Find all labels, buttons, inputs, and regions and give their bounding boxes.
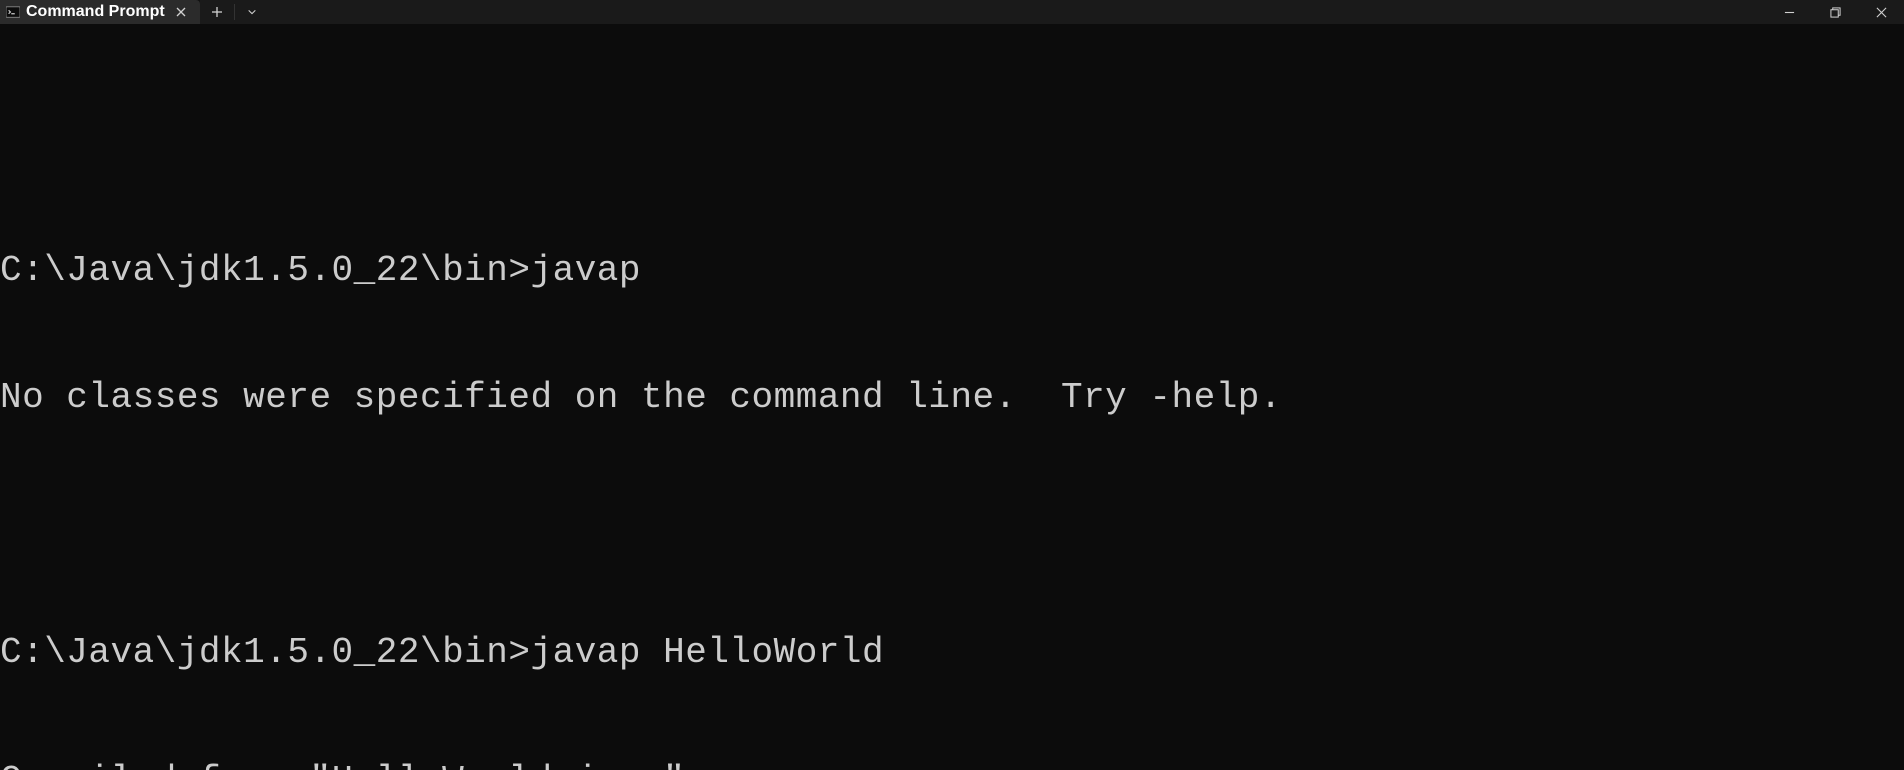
close-tab-button[interactable] [172, 3, 190, 21]
window-controls [1766, 0, 1904, 24]
tab-dropdown-button[interactable] [235, 0, 269, 24]
maximize-restore-icon [1830, 7, 1841, 18]
close-icon [1876, 7, 1887, 18]
tab-command-prompt[interactable]: Command Prompt [0, 0, 200, 24]
terminal-top-padding [0, 109, 1904, 165]
terminal-line [0, 505, 1904, 547]
maximize-button[interactable] [1812, 0, 1858, 24]
close-icon [176, 7, 186, 17]
terminal-app-icon [6, 5, 20, 19]
new-tab-button[interactable] [200, 0, 234, 24]
tab-title-label: Command Prompt [26, 3, 166, 21]
terminal-line: Compiled from "HelloWorld.java" [0, 760, 1904, 770]
terminal-line: C:\Java\jdk1.5.0_22\bin>javap [0, 250, 1904, 292]
terminal-line: No classes were specified on the command… [0, 377, 1904, 419]
close-window-button[interactable] [1858, 0, 1904, 24]
chevron-down-icon [247, 7, 257, 17]
terminal-area[interactable]: C:\Java\jdk1.5.0_22\bin>javap No classes… [0, 24, 1904, 770]
titlebar: Command Prompt [0, 0, 1904, 24]
plus-icon [211, 6, 223, 18]
minimize-icon [1784, 7, 1795, 18]
terminal-line: C:\Java\jdk1.5.0_22\bin>javap HelloWorld [0, 632, 1904, 674]
tabbar [200, 0, 1904, 24]
minimize-button[interactable] [1766, 0, 1812, 24]
